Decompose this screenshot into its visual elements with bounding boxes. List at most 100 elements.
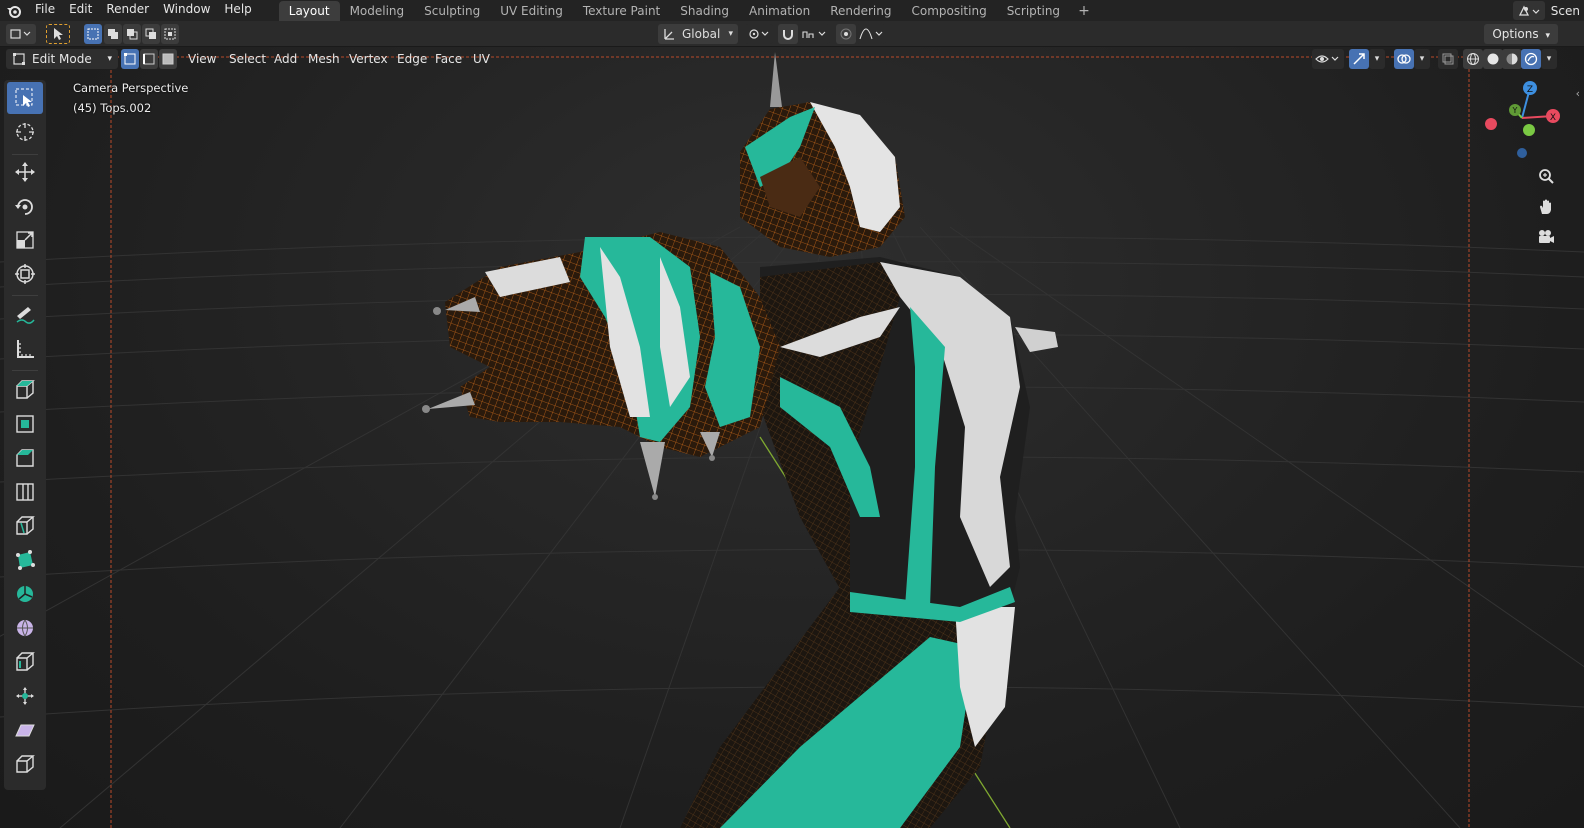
tool-rotate[interactable] — [7, 190, 43, 222]
menu-add[interactable]: Add — [269, 49, 302, 69]
tool-annotate[interactable] — [7, 299, 43, 331]
tab-shading[interactable]: Shading — [670, 1, 739, 21]
camera-view-button[interactable] — [1534, 225, 1558, 249]
magnet-icon — [783, 30, 793, 40]
tab-scripting[interactable]: Scripting — [997, 1, 1070, 21]
gizmo-toggle-button[interactable] — [1349, 49, 1369, 69]
gizmo-neg-x-handle — [1485, 118, 1497, 130]
pivot-point-dropdown[interactable] — [745, 24, 773, 44]
overlays-dropdown[interactable]: ▾ — [1414, 49, 1430, 69]
tool-bevel[interactable] — [7, 442, 43, 474]
shading-wireframe-button[interactable] — [1463, 49, 1483, 69]
tab-uv-editing[interactable]: UV Editing — [490, 1, 573, 21]
proportional-edit-button[interactable] — [836, 24, 856, 44]
editor-type-button[interactable] — [6, 24, 36, 44]
select-mode-intersect-button[interactable] — [161, 24, 179, 44]
falloff-curve-icon — [859, 28, 883, 40]
tool-edge-slide[interactable] — [7, 646, 43, 678]
tab-compositing[interactable]: Compositing — [901, 1, 996, 21]
menu-face[interactable]: Face — [430, 49, 467, 69]
sidebar-toggle-icon[interactable]: ‹ — [1576, 87, 1580, 100]
menu-help[interactable]: Help — [217, 0, 258, 21]
shading-solid-button[interactable] — [1483, 49, 1503, 69]
scale-icon — [16, 231, 34, 249]
tool-scale[interactable] — [7, 224, 43, 256]
blender-logo-icon[interactable] — [0, 0, 28, 21]
select-box-tool-button[interactable] — [46, 24, 70, 44]
options-label: Options — [1492, 27, 1539, 41]
menu-uv[interactable]: UV — [468, 49, 495, 69]
select-mode-new-button[interactable] — [84, 24, 102, 44]
tool-add-cube[interactable] — [7, 374, 43, 406]
select-mode-subtract-button[interactable] — [123, 24, 141, 44]
edge-slide-icon — [16, 652, 35, 671]
overlays-toggle-button[interactable] — [1394, 49, 1414, 69]
scene-name[interactable]: Scen — [1551, 4, 1584, 18]
tab-texture-paint[interactable]: Texture Paint — [573, 1, 670, 21]
tool-shear[interactable] — [7, 714, 43, 746]
3d-viewport[interactable]: Camera Perspective (45) Tops.002 Z X Y ‹ — [0, 47, 1584, 828]
material-sphere-icon — [1506, 53, 1518, 65]
toolbar-separator — [12, 370, 38, 371]
shading-chevron-icon: ▾ — [1546, 54, 1552, 64]
tool-select-box[interactable] — [7, 82, 43, 114]
tool-settings-header: Global ▾ Options ▾ — [0, 21, 1584, 47]
menu-edit[interactable]: Edit — [62, 0, 99, 21]
menu-edge[interactable]: Edge — [392, 49, 432, 69]
tab-layout[interactable]: Layout — [278, 1, 340, 21]
menu-window[interactable]: Window — [156, 0, 217, 21]
tool-extrude[interactable] — [7, 408, 43, 440]
gizmo-neg-z-handle — [1517, 148, 1527, 158]
navigation-gizmo[interactable]: Z X Y — [1477, 78, 1567, 168]
visibility-dropdown[interactable] — [1312, 49, 1344, 69]
tool-transform[interactable] — [7, 258, 43, 290]
tab-rendering[interactable]: Rendering — [820, 1, 901, 21]
workspace-tabs: Layout Modeling Sculpting UV Editing Tex… — [278, 0, 1098, 21]
menu-mesh[interactable]: Mesh — [303, 49, 345, 69]
tool-knife[interactable] — [7, 510, 43, 542]
orientation-axis-icon — [664, 29, 674, 40]
menu-view[interactable]: View — [183, 49, 221, 69]
shading-rendered-button[interactable] — [1521, 49, 1541, 69]
snap-toggle-button[interactable] — [778, 24, 798, 44]
tool-move[interactable] — [7, 156, 43, 188]
tool-cursor[interactable] — [7, 116, 43, 148]
tool-loop-cut[interactable] — [7, 476, 43, 508]
snap-target-dropdown[interactable] — [798, 24, 830, 44]
tool-smooth[interactable] — [7, 612, 43, 644]
face-select-button[interactable] — [159, 49, 177, 69]
edge-select-button[interactable] — [140, 49, 158, 69]
vertex-select-button[interactable] — [121, 49, 139, 69]
tool-rip-region[interactable] — [7, 748, 43, 780]
mode-chevron-icon: ▾ — [107, 54, 112, 64]
tool-spin[interactable] — [7, 578, 43, 610]
options-dropdown[interactable]: Options ▾ — [1484, 24, 1558, 44]
menu-render[interactable]: Render — [99, 0, 156, 21]
tool-measure[interactable] — [7, 333, 43, 365]
gizmo-dropdown[interactable]: ▾ — [1369, 49, 1385, 69]
xray-toggle-button[interactable] — [1438, 49, 1458, 69]
shading-dropdown[interactable]: ▾ — [1541, 49, 1557, 69]
menu-vertex[interactable]: Vertex — [344, 49, 393, 69]
shading-material-button[interactable] — [1502, 49, 1522, 69]
zoom-button[interactable] — [1534, 164, 1558, 188]
tab-sculpting[interactable]: Sculpting — [414, 1, 490, 21]
mode-dropdown[interactable]: Edit Mode ▾ — [6, 49, 118, 69]
transform-orientation-dropdown[interactable]: Global ▾ — [658, 24, 738, 44]
tab-animation[interactable]: Animation — [739, 1, 820, 21]
menu-select[interactable]: Select — [224, 49, 271, 69]
tab-modeling[interactable]: Modeling — [340, 1, 415, 21]
scene-selector-button[interactable] — [1512, 1, 1545, 20]
add-workspace-button[interactable]: + — [1070, 1, 1098, 21]
menu-file[interactable]: File — [28, 0, 62, 21]
select-mode-invert-button[interactable] — [142, 24, 160, 44]
cursor-arrow-icon — [54, 28, 63, 40]
pan-button[interactable] — [1534, 195, 1558, 219]
select-mode-extend-button[interactable] — [104, 24, 122, 44]
tool-shrink-fatten[interactable] — [7, 680, 43, 712]
zoom-icon — [1539, 169, 1554, 184]
tool-poly-build[interactable] — [7, 544, 43, 576]
proportional-falloff-dropdown[interactable] — [856, 24, 886, 44]
character-head — [740, 52, 905, 257]
hand-icon — [1540, 199, 1551, 214]
